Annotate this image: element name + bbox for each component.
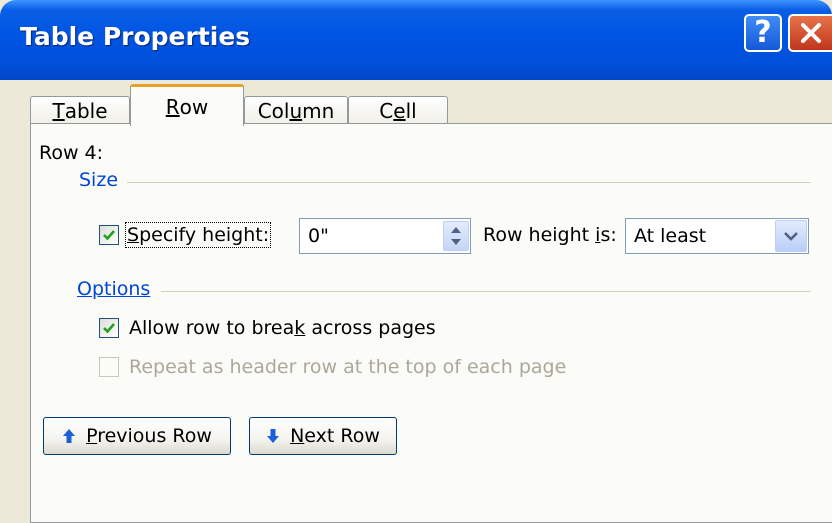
chevron-down-icon: [784, 232, 798, 241]
next-row-mnemonic: N: [290, 425, 305, 447]
allow-row-break-label[interactable]: Allow row to break across pages: [129, 317, 436, 339]
dialog-client: Table Row Col u mn Ce ll Row 4: Size Specif…: [0, 80, 832, 523]
next-row-label: Next Row: [290, 425, 380, 447]
specify-height-label[interactable]: Specify height:: [124, 222, 272, 248]
tab-column-label: mn: [302, 98, 335, 123]
next-row-text: ext Row: [304, 425, 380, 447]
row-tab-panel: Row 4: Size Specify height: 0" Row heigh…: [30, 123, 832, 523]
next-row-button[interactable]: Next Row: [249, 417, 397, 455]
help-button[interactable]: ?: [744, 14, 782, 52]
tab-cell-mnemonic: e: [393, 98, 406, 123]
window-title: Table Properties: [20, 22, 251, 51]
tab-column[interactable]: Col u mn: [244, 96, 348, 124]
size-group-divider: [127, 182, 811, 183]
tab-table[interactable]: Table: [30, 96, 130, 124]
specify-height-mnemonic: S: [127, 224, 140, 246]
title-bar: Table Properties ?: [0, 0, 832, 80]
tab-table-label: able: [64, 98, 108, 123]
previous-row-text: revious Row: [97, 425, 212, 447]
row-height-mode-value: At least: [634, 225, 707, 247]
previous-row-label: Previous Row: [86, 425, 212, 447]
close-icon: [801, 23, 821, 43]
arrow-up-icon: [63, 429, 76, 443]
options-group-title-text: Options: [77, 278, 151, 300]
row-height-is-text-end: s:: [600, 224, 617, 246]
row-height-is-text: Row height: [483, 224, 596, 246]
size-group-title: Size: [79, 169, 119, 191]
tab-row-mnemonic: R: [165, 94, 180, 119]
tab-cell-label-pre: C: [379, 98, 394, 123]
options-group-title: Options: [77, 278, 150, 300]
allow-row-break-checkbox[interactable]: [99, 318, 119, 338]
close-button[interactable]: [788, 14, 832, 52]
tab-column-label-pre: Col: [257, 98, 290, 123]
options-group-divider: [161, 291, 811, 292]
specify-height-text: pecify height:: [139, 224, 270, 246]
checkmark-icon: [103, 323, 115, 334]
allow-row-break-text-end: across pages: [305, 317, 436, 339]
height-spinner[interactable]: [443, 221, 469, 251]
row-height-mode-dropdown[interactable]: [775, 220, 807, 252]
repeat-header-checkbox[interactable]: [99, 357, 119, 377]
tab-column-mnemonic: u: [289, 98, 303, 123]
tab-table-mnemonic: T: [52, 98, 65, 123]
row-number-label: Row 4:: [39, 142, 104, 164]
help-icon: ?: [754, 15, 772, 50]
repeat-header-label: Repeat as header row at the top of each …: [129, 356, 567, 378]
row-height-is-label: Row height is:: [483, 224, 617, 246]
arrow-down-icon: [267, 429, 280, 443]
checkmark-icon: [103, 230, 115, 241]
allow-row-break-text: Allow row to brea: [129, 317, 295, 339]
tab-row-label: ow: [179, 94, 209, 119]
tab-row[interactable]: Row: [130, 84, 244, 126]
tab-cell-label: ll: [405, 98, 417, 123]
height-value: 0": [308, 225, 329, 247]
spinner-arrows-icon: [451, 227, 461, 245]
tab-cell[interactable]: Ce ll: [348, 96, 448, 124]
specify-height-checkbox[interactable]: [99, 225, 119, 245]
allow-row-break-mnemonic: k: [294, 317, 306, 339]
previous-row-button[interactable]: Previous Row: [43, 417, 231, 455]
previous-row-mnemonic: P: [86, 425, 98, 447]
